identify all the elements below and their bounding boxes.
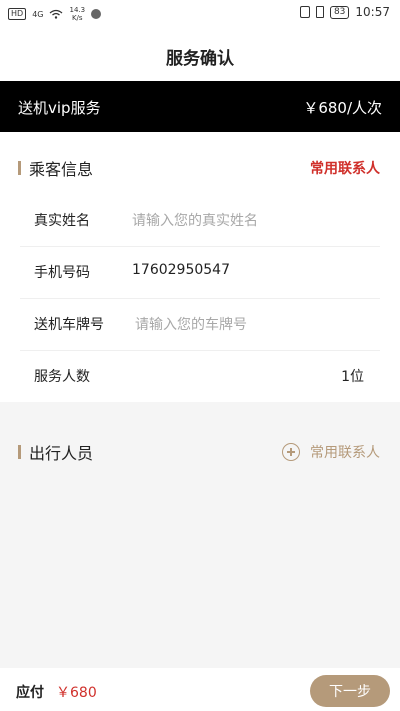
real-name-label: 真实姓名 <box>34 213 90 229</box>
plate-row[interactable]: 送机车牌号 请输入您的车牌号 <box>20 298 380 351</box>
phone-row[interactable]: 手机号码 17602950547 <box>20 246 380 299</box>
header: 服务确认 <box>0 26 400 81</box>
service-count-row[interactable]: 服务人数 1位 <box>20 350 380 402</box>
section-marker <box>18 161 21 175</box>
add-contact-label: 常用联系人 <box>310 445 380 461</box>
vibrate-icon <box>315 6 324 18</box>
travelers-section-title: 出行人员 <box>18 440 93 464</box>
common-contacts-link[interactable]: 常用联系人 <box>310 158 380 178</box>
clock: 10:57 <box>355 5 390 19</box>
phone-input[interactable]: 17602950547 <box>132 262 230 278</box>
service-name: 送机vip服务 <box>18 99 101 117</box>
net-speed: 14.3 K/s <box>69 6 85 22</box>
passenger-section-title-text: 乘客信息 <box>29 160 94 179</box>
real-name-input[interactable]: 请输入您的真实姓名 <box>132 210 258 230</box>
wifi-icon <box>50 9 63 19</box>
next-step-button[interactable]: 下一步 <box>310 675 390 707</box>
pay-amount: ￥680 <box>56 685 97 701</box>
add-circle-icon <box>282 443 300 461</box>
service-count-value[interactable]: 1位 <box>341 366 364 386</box>
battery-icon: 83 <box>329 5 350 19</box>
travelers-section: 出行人员 常用联系人 <box>0 402 400 668</box>
status-bar: HD 4G 14.3 K/s 83 10:57 <box>0 0 400 26</box>
real-name-row[interactable]: 真实姓名 请输入您的真实姓名 <box>20 194 380 247</box>
pay-label: 应付 <box>16 685 44 701</box>
notification-icon <box>91 9 102 19</box>
service-count-label: 服务人数 <box>34 369 90 385</box>
plate-label: 送机车牌号 <box>34 317 104 333</box>
add-common-contact-button[interactable]: 常用联系人 <box>282 442 380 462</box>
passenger-info-panel: 乘客信息 常用联系人 真实姓名 请输入您的真实姓名 手机号码 176029505… <box>0 132 400 402</box>
nfc-icon <box>299 6 310 18</box>
plate-input[interactable]: 请输入您的车牌号 <box>135 314 247 334</box>
service-bar: 送机vip服务 ￥680/人次 <box>0 81 400 132</box>
signal-icon: 4G <box>32 9 44 19</box>
service-price: ￥680/人次 <box>303 99 382 117</box>
footer-bar: 应付 ￥680 下一步 <box>0 668 400 711</box>
page-title: 服务确认 <box>166 49 234 69</box>
passenger-section-title: 乘客信息 <box>18 156 93 180</box>
travelers-section-title-text: 出行人员 <box>29 444 94 463</box>
hd-icon: HD <box>8 8 27 20</box>
phone-label: 手机号码 <box>34 265 90 281</box>
section-marker <box>18 445 21 459</box>
net-speed-unit: K/s <box>71 14 83 22</box>
net-speed-value: 14.3 <box>69 6 86 14</box>
